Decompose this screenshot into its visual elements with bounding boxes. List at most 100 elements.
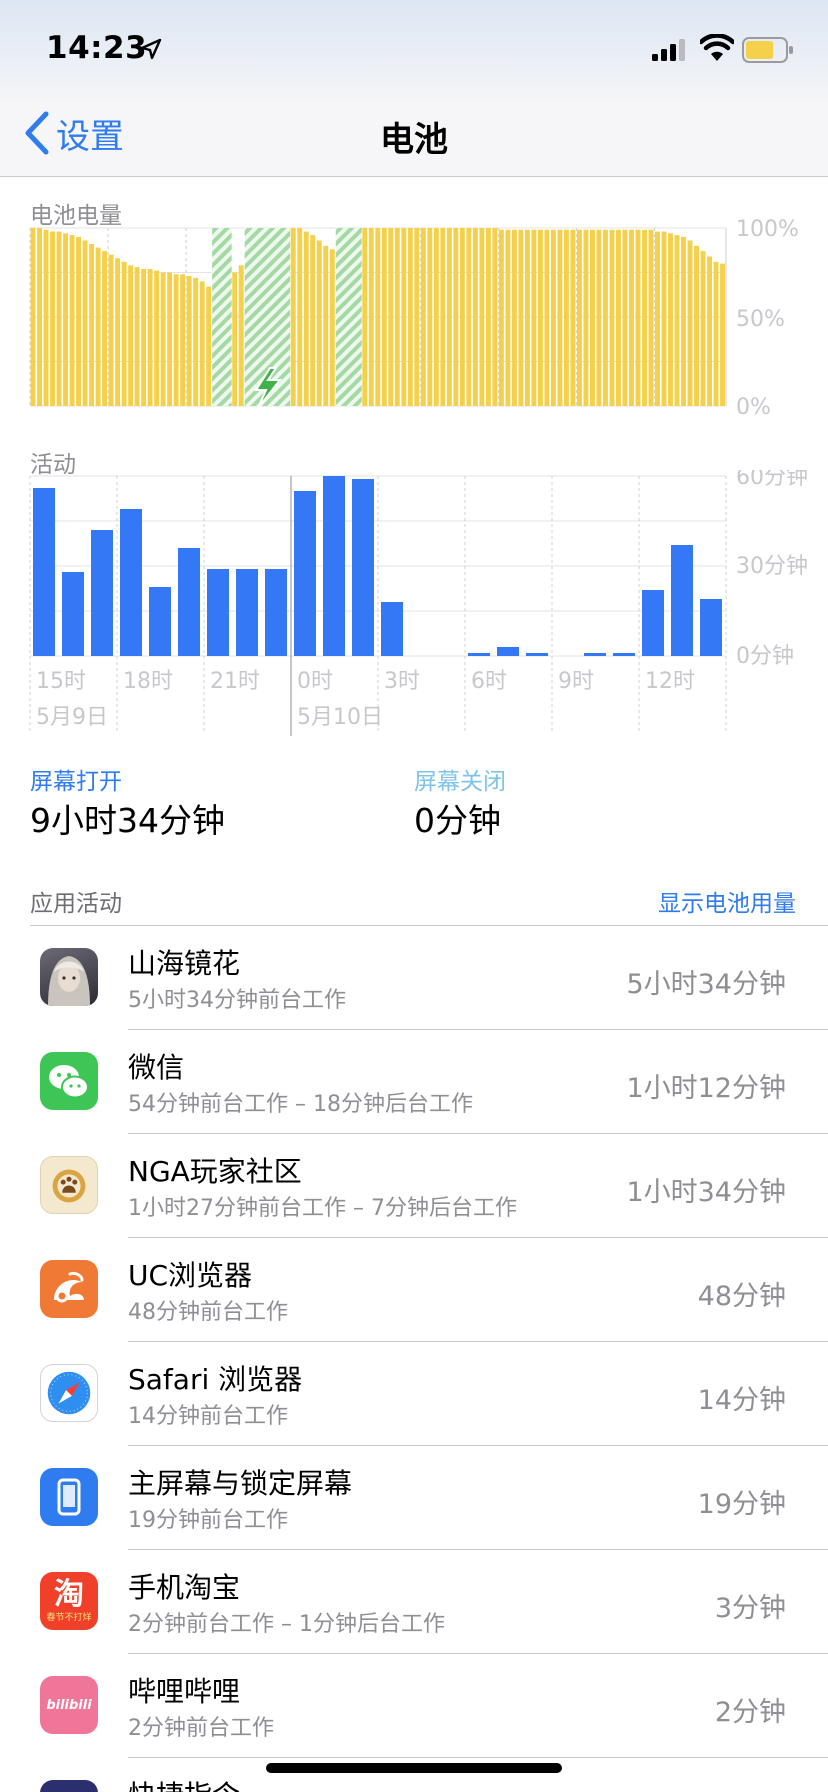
activity-y-tick: 0分钟 (736, 644, 794, 669)
screen-on-value: 9小时34分钟 (30, 801, 225, 840)
app-row[interactable]: 山海镜花 5小时34分钟前台工作 5小时34分钟 (0, 926, 828, 1030)
app-name: NGA玩家社区 (128, 1155, 302, 1188)
activity-bar (120, 509, 142, 656)
app-duration: 19分钟 (697, 1489, 786, 1520)
show-battery-usage-link[interactable]: 显示电池用量 (658, 884, 796, 918)
activity-bar (352, 479, 374, 656)
battery-level-bar (290, 228, 296, 406)
battery-level-chart: 100% 50% 0% (29, 218, 799, 418)
battery-level-bar (329, 249, 335, 406)
activity-bar (497, 647, 519, 656)
battery-level-bar (433, 228, 439, 406)
battery-level-bar (550, 229, 556, 406)
battery-level-bar (642, 229, 647, 406)
wechat-app-icon (40, 1052, 98, 1110)
bilibili-app-icon: bilibili (40, 1676, 98, 1734)
activity-x-tick: 12时 (645, 669, 695, 694)
activity-bar (381, 602, 403, 656)
activity-y-tick: 60分钟 (736, 470, 808, 490)
battery-level-bar (245, 258, 251, 406)
app-duration: 14分钟 (697, 1385, 786, 1416)
battery-level-bar (323, 245, 329, 406)
battery-level-bar (336, 244, 342, 406)
app-name: 哔哩哔哩 (128, 1675, 241, 1708)
app-detail: 2分钟前台工作 (128, 1716, 274, 1741)
activity-date-label: 5月9日 (36, 705, 108, 730)
battery-level-bar (622, 229, 628, 406)
battery-level-bar (544, 229, 550, 406)
battery-y-tick: 0% (736, 395, 771, 418)
battery-level-bar (694, 245, 699, 406)
app-row[interactable]: UC浏览器 48分钟前台工作 48分钟 (0, 1238, 828, 1342)
activity-bar (178, 548, 200, 656)
home-indicator[interactable] (266, 1763, 562, 1773)
battery-level-bar (537, 229, 543, 406)
battery-level-bar (238, 265, 244, 406)
app-row[interactable]: Safari 浏览器 14分钟前台工作 14分钟 (0, 1342, 828, 1446)
activity-date-label: 5月10日 (297, 705, 383, 730)
battery-level-bar (492, 228, 498, 406)
battery-level-bar (401, 228, 407, 406)
battery-level-bar (459, 228, 465, 406)
app-duration: 5小时34分钟 (626, 969, 786, 1000)
activity-x-tick: 6时 (471, 669, 507, 694)
battery-level-bar (43, 229, 49, 406)
battery-level-bar (518, 229, 524, 406)
safari-app-icon (40, 1364, 98, 1422)
battery-level-bar (524, 229, 530, 406)
battery-level-bar (141, 268, 147, 406)
app-detail: 54分钟前台工作 – 18分钟后台工作 (128, 1092, 473, 1117)
battery-level-bar (720, 263, 725, 406)
activity-bar (62, 572, 84, 656)
screen-off-label: 屏幕关闭 (414, 769, 506, 795)
page-title: 电池 (380, 120, 448, 160)
battery-level-bar (154, 270, 160, 406)
battery-level-bar (629, 229, 634, 406)
battery-y-tick: 50% (736, 307, 785, 332)
battery-level-bar (160, 272, 166, 406)
battery-level-bar (349, 231, 355, 406)
battery-level-bar (212, 292, 218, 406)
battery-level-bar (590, 229, 595, 406)
app-duration: 1小时34分钟 (626, 1177, 786, 1208)
battery-level-bar (180, 274, 186, 406)
battery-level-bar (251, 252, 257, 406)
battery-level-bar (69, 235, 75, 406)
battery-level-bar (30, 228, 36, 406)
battery-level-bar (284, 236, 290, 406)
activity-bar (265, 569, 287, 656)
taobao-icon-caption: 春节不打烊 (46, 1613, 92, 1623)
battery-level-bar (655, 231, 660, 406)
battery-level-bar (687, 240, 693, 406)
battery-level-bar (420, 228, 426, 406)
wifi-icon (700, 34, 734, 61)
battery-level-bar (498, 229, 504, 406)
battery-level-bar (505, 229, 511, 406)
battery-level-bar (381, 228, 387, 406)
app-duration: 2分钟 (714, 1697, 786, 1728)
screen-off-value: 0分钟 (414, 801, 501, 840)
app-name: UC浏览器 (128, 1259, 253, 1292)
app-duration: 48分钟 (697, 1281, 786, 1312)
battery-level-bar (466, 228, 472, 406)
activity-x-tick: 15时 (36, 669, 86, 694)
activity-bar (642, 590, 664, 656)
app-row[interactable]: 微信 54分钟前台工作 – 18分钟后台工作 1小时12分钟 (0, 1030, 828, 1134)
battery-level-bar (583, 229, 589, 406)
battery-level-bar (134, 267, 140, 406)
home-lock-screen-app-icon (40, 1468, 98, 1526)
battery-level-bar (219, 290, 225, 406)
battery-level-bar (648, 229, 654, 406)
battery-level-bar (453, 228, 459, 406)
battery-level-bar (297, 228, 303, 406)
battery-level-bar (186, 276, 192, 406)
battery-level-bar (63, 233, 69, 406)
app-row[interactable]: 淘 春节不打烊 手机淘宝 2分钟前台工作 – 1分钟后台工作 3分钟 (0, 1550, 828, 1654)
battery-level-bar (570, 229, 576, 406)
activity-y-tick: 30分钟 (736, 554, 808, 579)
screen-on-label: 屏幕打开 (30, 769, 122, 795)
battery-level-bar (531, 229, 537, 406)
app-row[interactable]: 主屏幕与锁定屏幕 19分钟前台工作 19分钟 (0, 1446, 828, 1550)
app-row[interactable]: bilibili 哔哩哔哩 2分钟前台工作 2分钟 (0, 1654, 828, 1758)
app-row[interactable]: NGA玩家社区 1小时27分钟前台工作 – 7分钟后台工作 1小时34分钟 (0, 1134, 828, 1238)
